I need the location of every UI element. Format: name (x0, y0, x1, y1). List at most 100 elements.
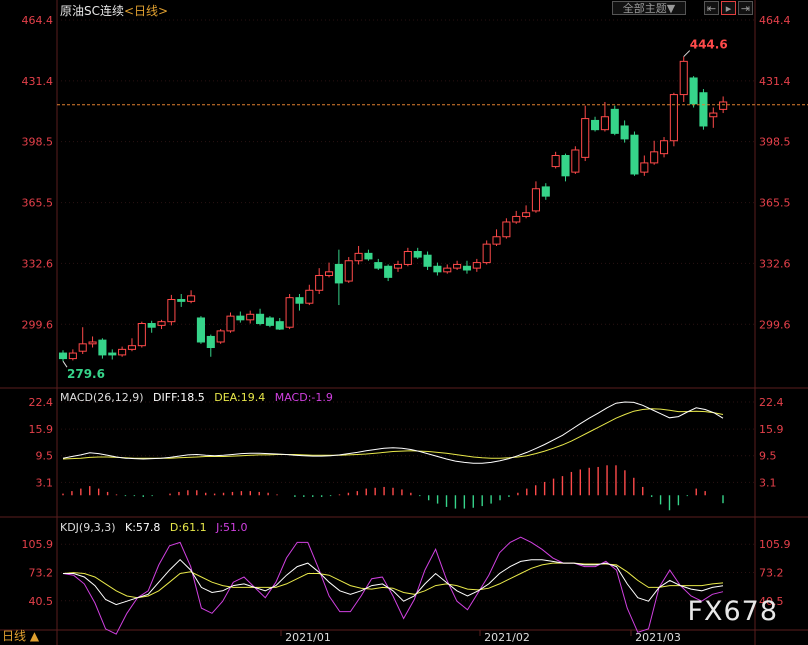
price-tick-left: 332.6 (22, 257, 54, 270)
candle-body (256, 313, 265, 325)
candle-body (423, 254, 432, 267)
price-tick-left: 431.4 (22, 75, 54, 88)
candle-body (472, 262, 481, 269)
candle-body (393, 263, 403, 269)
candle-body (137, 323, 146, 347)
watermark-logo: FX678 (687, 596, 778, 627)
date-label: 2021/02 (484, 631, 530, 644)
candle-body (305, 289, 314, 304)
price-tick-left: 365.5 (22, 197, 54, 210)
diff-line (62, 401, 724, 464)
candle-body (364, 252, 373, 260)
price-tick-left: 398.5 (22, 136, 54, 149)
candle-body (324, 271, 334, 277)
candle-body (462, 265, 472, 271)
candle-body (344, 260, 353, 282)
candle-body (58, 352, 68, 360)
dea-line (62, 408, 724, 460)
candle-body (413, 251, 422, 258)
candle-body (78, 343, 87, 352)
candle-body (492, 236, 501, 245)
candle-body (630, 134, 639, 175)
candle-body (650, 151, 659, 164)
candle-body (591, 119, 600, 131)
candle-body (236, 315, 245, 321)
macd-tick-right: 3.1 (759, 476, 777, 489)
low-label: 279.6 (67, 367, 105, 381)
candle-body (374, 262, 383, 269)
candle-body (659, 140, 669, 155)
candle-body (541, 186, 550, 197)
candle-body (453, 263, 462, 269)
candle-body (295, 297, 304, 304)
candle-body (108, 352, 117, 356)
candle-body (167, 299, 176, 323)
price-tick-right: 365.5 (759, 197, 791, 210)
candle-body (600, 116, 609, 131)
date-label: 2021/01 (285, 631, 331, 644)
price-tick-right: 464.4 (759, 14, 791, 27)
period-selector[interactable]: 日线 ▲ (2, 627, 39, 644)
candle-body (522, 212, 531, 217)
macd-tick-left: 9.5 (36, 450, 54, 463)
high-label: 444.6 (690, 38, 728, 52)
candle-body (551, 155, 560, 168)
candle-body (512, 215, 521, 223)
candle-body (709, 112, 718, 118)
j-line (62, 536, 724, 635)
candle-body (531, 188, 540, 212)
price-tick-right: 431.4 (759, 75, 791, 88)
candle-body (285, 297, 294, 328)
candle-body (610, 108, 619, 134)
candle-body (187, 295, 196, 302)
price-tick-right: 332.6 (759, 257, 791, 270)
d-line (62, 562, 724, 599)
macd-tick-right: 22.4 (759, 396, 784, 409)
candle-body (689, 77, 698, 105)
kdj-tick-right: 73.2 (759, 566, 784, 579)
candle-body (275, 321, 284, 330)
macd-tick-left: 22.4 (29, 396, 54, 409)
candle-body (147, 323, 156, 328)
price-tick-right: 398.5 (759, 136, 791, 149)
kdj-tick-left: 105.9 (22, 538, 54, 551)
price-tick-left: 464.4 (22, 14, 54, 27)
candle-body (265, 317, 274, 326)
candle-body (403, 251, 412, 265)
candle-body (640, 162, 649, 173)
price-tick-left: 299.6 (22, 318, 54, 331)
candle-body (226, 315, 235, 332)
candle-body (177, 299, 186, 302)
date-label: 2021/03 (635, 631, 681, 644)
chart-canvas[interactable]: 464.4 464.4 431.4 431.4 398.5 398.5 365.5 365.5… (0, 0, 808, 645)
candle-body (679, 60, 688, 96)
macd-tick-left: 3.1 (36, 476, 54, 489)
candle-body (581, 118, 590, 158)
macd-tick-left: 15.9 (29, 423, 54, 436)
candle-body (620, 125, 629, 140)
kdj-tick-right: 105.9 (759, 538, 791, 551)
candle-body (354, 252, 363, 262)
candle-body (334, 263, 343, 284)
candle-body (246, 313, 255, 321)
candle-body (384, 265, 393, 278)
macd-tick-right: 9.5 (759, 450, 777, 463)
candle-body (561, 155, 570, 177)
candle-body (571, 149, 580, 173)
kdj-tick-left: 73.2 (29, 566, 54, 579)
kdj-tick-left: 40.5 (29, 595, 54, 608)
candle-body (315, 275, 324, 291)
candle-body (68, 352, 77, 360)
candle-body (196, 317, 205, 343)
candle-body (88, 341, 97, 345)
candle-body (669, 94, 678, 142)
candle-body (118, 348, 127, 356)
candle-body (206, 335, 215, 349)
candle-body (98, 339, 107, 356)
macd-tick-right: 15.9 (759, 423, 784, 436)
candle-body (433, 265, 442, 273)
candle-body (157, 321, 166, 326)
candle-body (127, 345, 137, 350)
candle-body (443, 267, 452, 273)
candle-body (216, 330, 225, 343)
